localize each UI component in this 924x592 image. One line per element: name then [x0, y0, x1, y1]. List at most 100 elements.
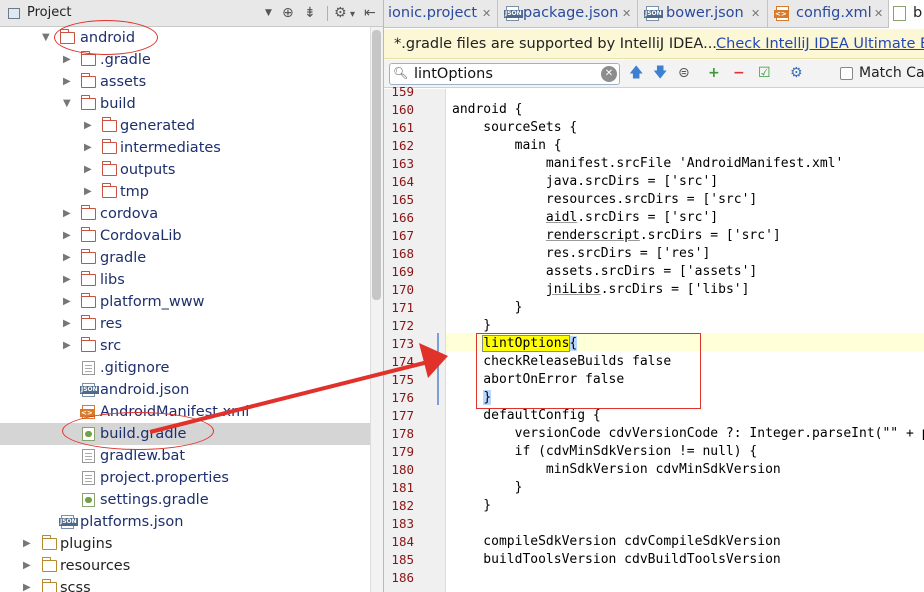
- collapsed-arrow-icon[interactable]: ▶: [63, 291, 71, 313]
- code-line[interactable]: jniLibs.srcDirs = ['libs']: [452, 281, 750, 299]
- code-line[interactable]: android {: [452, 101, 522, 119]
- select-all-occurrences-icon[interactable]: ☑: [758, 64, 771, 82]
- collapsed-arrow-icon[interactable]: ▶: [63, 71, 71, 93]
- tree-row-src[interactable]: ▶ src: [0, 335, 370, 357]
- remove-occurrence-icon[interactable]: −: [733, 64, 745, 82]
- tab-bower-json[interactable]: bower.json ✕: [638, 0, 768, 28]
- code-line[interactable]: defaultConfig {: [452, 407, 600, 425]
- code-line[interactable]: compileSdkVersion cdvCompileSdkVersion: [452, 533, 780, 551]
- tab-config-xml[interactable]: config.xml ✕: [768, 0, 889, 28]
- code-line[interactable]: }: [452, 479, 523, 497]
- tab-ionic-project[interactable]: ionic.project ✕: [384, 0, 498, 28]
- close-icon[interactable]: ✕: [622, 7, 631, 20]
- code-line[interactable]: main {: [452, 137, 562, 155]
- collapsed-arrow-icon[interactable]: ▶: [63, 225, 71, 247]
- line-number[interactable]: 164: [384, 173, 414, 191]
- hide-panel-icon[interactable]: ⇤: [364, 4, 376, 22]
- gear-icon[interactable]: ⚙: [334, 4, 347, 22]
- collapsed-arrow-icon[interactable]: ▶: [63, 247, 71, 269]
- line-number[interactable]: 179: [384, 443, 414, 461]
- tree-row-platform-www[interactable]: ▶ platform_www: [0, 291, 370, 313]
- line-number[interactable]: 186: [384, 569, 414, 587]
- code-line[interactable]: res.srcDirs = ['res']: [452, 245, 710, 263]
- code-line[interactable]: java.srcDirs = ['src']: [452, 173, 718, 191]
- line-number[interactable]: 174: [384, 353, 414, 371]
- tree-row-res[interactable]: ▶ res: [0, 313, 370, 335]
- tree-row-gradle[interactable]: ▶ gradle: [0, 247, 370, 269]
- code-line[interactable]: sourceSets {: [452, 119, 577, 137]
- previous-occurrence-icon[interactable]: 🡅: [629, 64, 643, 82]
- tab-package-json[interactable]: package.json ✕: [498, 0, 638, 28]
- collapsed-arrow-icon[interactable]: ▶: [84, 137, 92, 159]
- tree-row-assets[interactable]: ▶ assets: [0, 71, 370, 93]
- line-number[interactable]: 185: [384, 551, 414, 569]
- line-number[interactable]: 169: [384, 263, 414, 281]
- code-line[interactable]: if (cdvMinSdkVersion != null) {: [452, 443, 758, 461]
- line-number[interactable]: 171: [384, 299, 414, 317]
- tree-row-build[interactable]: ▼ build: [0, 93, 370, 115]
- close-icon[interactable]: ✕: [874, 7, 883, 20]
- code-line[interactable]: versionCode cdvVersionCode ?: Integer.pa…: [452, 425, 924, 443]
- tree-row-cordovalib[interactable]: ▶ CordovaLib: [0, 225, 370, 247]
- collapsed-arrow-icon[interactable]: ▶: [23, 577, 31, 592]
- search-input[interactable]: [414, 65, 594, 83]
- collapsed-arrow-icon[interactable]: ▶: [84, 115, 92, 137]
- tree-row-project-properties[interactable]: project.properties: [0, 467, 370, 489]
- line-number[interactable]: 178: [384, 425, 414, 443]
- code-line[interactable]: assets.srcDirs = ['assets']: [452, 263, 757, 281]
- add-occurrence-icon[interactable]: +: [708, 64, 720, 82]
- code-line[interactable]: }: [452, 299, 523, 317]
- tree-row-platforms-json[interactable]: platforms.json: [0, 511, 370, 533]
- project-scrollbar-thumb[interactable]: [372, 30, 381, 300]
- line-number[interactable]: 180: [384, 461, 414, 479]
- tree-row-settings-gradle[interactable]: settings.gradle: [0, 489, 370, 511]
- find-all-icon[interactable]: ⊜: [678, 64, 690, 82]
- tree-row-outputs[interactable]: ▶ outputs: [0, 159, 370, 181]
- tree-row-scss[interactable]: ▶ scss: [0, 577, 370, 592]
- tree-row-libs[interactable]: ▶ libs: [0, 269, 370, 291]
- line-number[interactable]: 181: [384, 479, 414, 497]
- tree-row-gradle[interactable]: ▶ .gradle: [0, 49, 370, 71]
- line-number[interactable]: 163: [384, 155, 414, 173]
- view-dropdown-arrow-icon[interactable]: ▼: [265, 8, 272, 18]
- close-icon[interactable]: ✕: [482, 7, 491, 20]
- tree-row-generated[interactable]: ▶ generated: [0, 115, 370, 137]
- search-box[interactable]: 🔍︎ ✕: [389, 63, 620, 85]
- next-occurrence-icon[interactable]: 🡇: [653, 64, 667, 82]
- tree-row-intermediates[interactable]: ▶ intermediates: [0, 137, 370, 159]
- collapsed-arrow-icon[interactable]: ▶: [63, 269, 71, 291]
- code-line[interactable]: aidl.srcDirs = ['src']: [452, 209, 718, 227]
- collapsed-arrow-icon[interactable]: ▶: [23, 555, 31, 577]
- tree-row-plugins[interactable]: ▶ plugins: [0, 533, 370, 555]
- search-settings-gear-icon[interactable]: ⚙: [790, 64, 803, 82]
- tree-row-cordova[interactable]: ▶ cordova: [0, 203, 370, 225]
- line-number[interactable]: 167: [384, 227, 414, 245]
- collapsed-arrow-icon[interactable]: ▶: [84, 159, 92, 181]
- scroll-from-source-icon[interactable]: ⊕: [282, 4, 294, 22]
- vcs-change-marker[interactable]: [437, 333, 439, 405]
- line-number[interactable]: 166: [384, 209, 414, 227]
- code-line[interactable]: minSdkVersion cdvMinSdkVersion: [452, 461, 781, 479]
- line-number[interactable]: 172: [384, 317, 414, 335]
- code-line[interactable]: buildToolsVersion cdvBuildToolsVersion: [452, 551, 780, 569]
- collapse-all-icon[interactable]: ⇟: [304, 4, 316, 22]
- project-panel-title[interactable]: Project: [27, 5, 71, 20]
- collapsed-arrow-icon[interactable]: ▶: [63, 313, 71, 335]
- tree-row-gitignore[interactable]: .gitignore: [0, 357, 370, 379]
- collapsed-arrow-icon[interactable]: ▶: [84, 181, 92, 203]
- code-line[interactable]: resources.srcDirs = ['src']: [452, 191, 757, 209]
- close-icon[interactable]: ✕: [751, 7, 760, 20]
- line-number[interactable]: 175: [384, 371, 414, 389]
- collapsed-arrow-icon[interactable]: ▶: [23, 533, 31, 555]
- collapsed-arrow-icon[interactable]: ▶: [63, 49, 71, 71]
- tab-build-gradle[interactable]: b: [889, 0, 924, 28]
- line-number[interactable]: 160: [384, 101, 414, 119]
- expanded-arrow-icon[interactable]: ▼: [63, 93, 71, 115]
- tree-row-android-json[interactable]: android.json: [0, 379, 370, 401]
- match-case-checkbox[interactable]: [840, 67, 853, 80]
- line-number[interactable]: 159: [384, 83, 414, 101]
- search-icon[interactable]: 🔍︎: [393, 66, 408, 80]
- collapsed-arrow-icon[interactable]: ▶: [63, 203, 71, 225]
- tree-row-gradlew-bat[interactable]: gradlew.bat: [0, 445, 370, 467]
- expanded-arrow-icon[interactable]: ▼: [42, 27, 50, 49]
